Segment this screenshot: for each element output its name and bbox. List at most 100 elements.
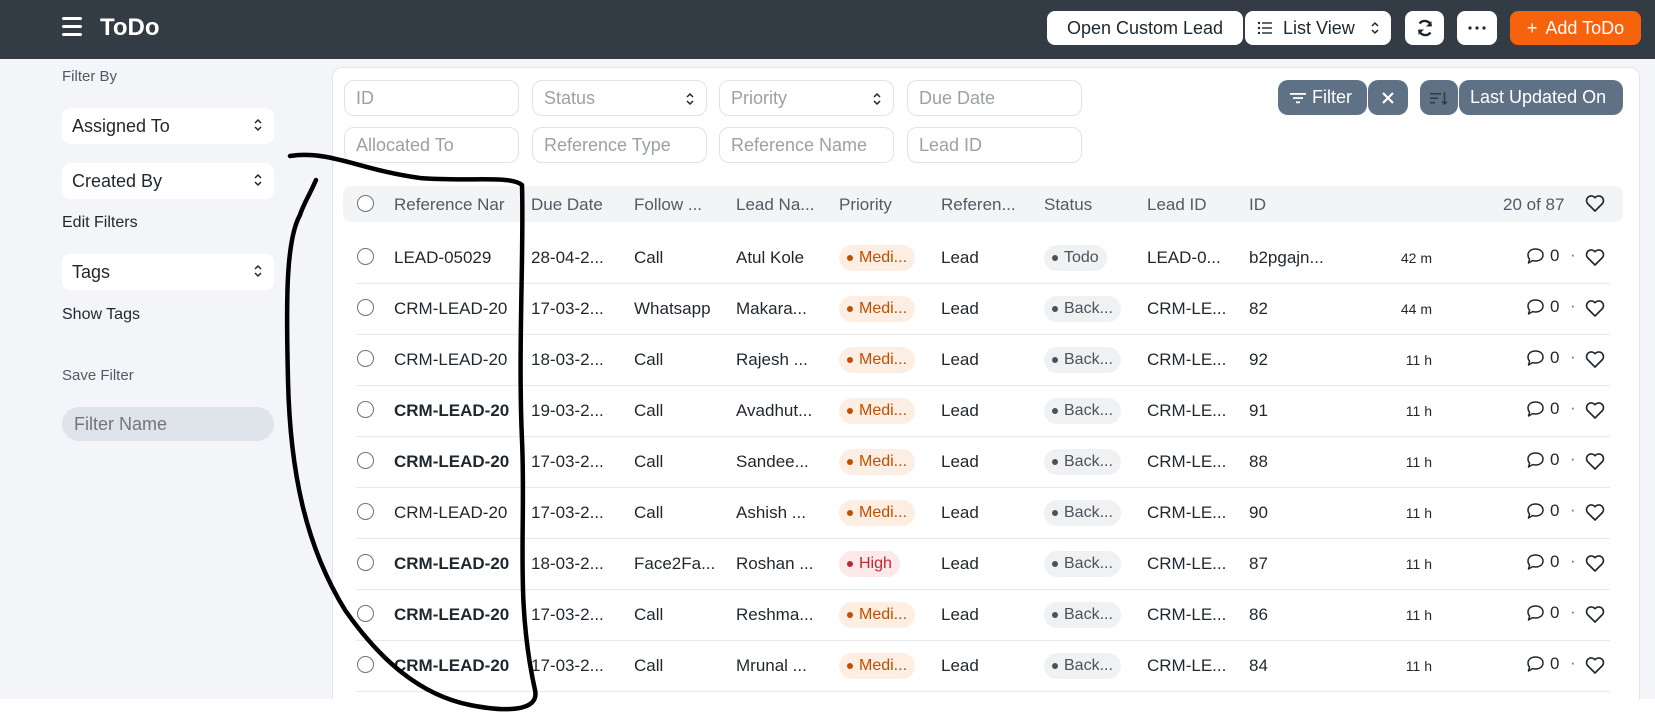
row-checkbox[interactable] [357, 503, 374, 520]
status-dot-icon [1052, 663, 1058, 669]
comment-count[interactable]: 0 [1526, 501, 1559, 521]
comment-count[interactable]: 0 [1526, 654, 1559, 674]
comment-count[interactable]: 0 [1526, 552, 1559, 572]
comment-icon [1527, 503, 1544, 519]
heart-icon[interactable] [1585, 248, 1605, 267]
table-row[interactable]: CRM-LEAD-20 17-03-2... Whatsapp Makara..… [356, 284, 1610, 335]
id-cell: b2pgajn... [1249, 248, 1324, 267]
filter-name-input[interactable] [62, 407, 274, 441]
column-reference-type[interactable]: Referen... [941, 195, 1016, 215]
table-row[interactable]: LEAD-05029 28-04-2... Call Atul Kole Med… [356, 233, 1610, 284]
reference-name-cell[interactable]: CRM-LEAD-20 [394, 401, 509, 421]
list-view-select[interactable]: List View [1245, 11, 1391, 45]
created-by-select[interactable]: Created By [62, 163, 274, 199]
row-checkbox[interactable] [357, 299, 374, 316]
heart-icon[interactable] [1585, 401, 1605, 420]
reference-name-cell[interactable]: LEAD-05029 [394, 248, 509, 268]
heart-icon[interactable] [1585, 299, 1605, 318]
column-priority[interactable]: Priority [839, 195, 892, 215]
row-checkbox[interactable] [357, 656, 374, 673]
table-row[interactable]: CRM-LEAD-20 17-03-2... Call Sandee... Me… [356, 437, 1610, 488]
follow-up-cell: Call [634, 401, 664, 420]
row-checkbox[interactable] [357, 554, 374, 571]
reference-name-cell[interactable]: CRM-LEAD-20 [394, 554, 509, 574]
status-filter-select[interactable]: Status [532, 80, 707, 116]
comment-count-value: 0 [1550, 348, 1560, 367]
comment-count[interactable]: 0 [1526, 603, 1559, 623]
reference-name-cell[interactable]: CRM-LEAD-20 [394, 350, 509, 370]
priority-filter-select[interactable]: Priority [719, 80, 894, 116]
column-lead-name[interactable]: Lead Na... [736, 195, 814, 215]
edit-filters-link[interactable]: Edit Filters [62, 214, 138, 232]
refresh-button[interactable] [1405, 11, 1444, 45]
heart-icon[interactable] [1585, 605, 1605, 624]
table-row[interactable]: CRM-LEAD-20 18-03-2... Face2Fa... Roshan… [356, 539, 1610, 590]
priority-badge: Medi... [839, 398, 916, 424]
assigned-to-select[interactable]: Assigned To [62, 108, 274, 144]
table-row[interactable]: CRM-LEAD-20 18-03-2... Call Rajesh ... M… [356, 335, 1610, 386]
row-checkbox[interactable] [357, 350, 374, 367]
status-dot-icon [1052, 255, 1058, 261]
sort-by-button[interactable]: Last Updated On [1459, 80, 1623, 115]
id-cell: 86 [1249, 605, 1268, 624]
reference-name-cell[interactable]: CRM-LEAD-20 [394, 656, 509, 676]
column-status[interactable]: Status [1044, 195, 1092, 215]
table-row[interactable]: CRM-LEAD-20 17-03-2... Call Reshma... Me… [356, 590, 1610, 641]
heart-icon[interactable] [1585, 194, 1605, 213]
table-row[interactable]: CRM-LEAD-20 19-03-2... Call Avadhut... M… [356, 386, 1610, 437]
reference-name-cell[interactable]: CRM-LEAD-20 [394, 299, 509, 319]
comment-count[interactable]: 0 [1526, 399, 1559, 419]
show-tags-link[interactable]: Show Tags [62, 306, 140, 324]
clear-filter-button[interactable] [1368, 80, 1408, 115]
lead-name-cell: Avadhut... [736, 401, 813, 420]
reference-name-cell[interactable]: CRM-LEAD-20 [394, 452, 509, 472]
table-row[interactable]: CRM-LEAD-20 17-03-2... Call Mrunal ... M… [356, 641, 1610, 692]
comment-count[interactable]: 0 [1526, 348, 1559, 368]
hamburger-icon[interactable] [62, 17, 86, 39]
row-checkbox[interactable] [357, 605, 374, 622]
heart-icon[interactable] [1585, 554, 1605, 573]
heart-icon[interactable] [1585, 350, 1605, 369]
reference-type-cell: Lead [941, 605, 979, 624]
row-checkbox[interactable] [357, 401, 374, 418]
reference-name-cell[interactable]: CRM-LEAD-20 [394, 605, 509, 625]
add-todo-button[interactable]: + Add ToDo [1510, 11, 1641, 45]
column-reference-name[interactable]: Reference Nar [394, 195, 514, 215]
row-checkbox[interactable] [357, 248, 374, 265]
lead-id-filter-field[interactable]: Lead ID [907, 127, 1082, 163]
column-follow-up[interactable]: Follow ... [634, 195, 702, 215]
filter-button[interactable]: Filter [1278, 80, 1367, 115]
column-lead-id[interactable]: Lead ID [1147, 195, 1207, 215]
select-all-checkbox[interactable] [357, 195, 374, 212]
record-count: 20 of 87 [1503, 195, 1565, 214]
comment-count[interactable]: 0 [1526, 297, 1559, 317]
modified-time: 11 h [1405, 607, 1432, 623]
heart-icon[interactable] [1585, 656, 1605, 675]
status-text: Todo [1064, 249, 1099, 266]
id-cell: 91 [1249, 401, 1268, 420]
lead-id-cell: CRM-LE... [1147, 401, 1227, 420]
save-filter-label: Save Filter [62, 367, 134, 384]
tags-select[interactable]: Tags [62, 254, 274, 290]
due-date-filter-field[interactable]: Due Date [907, 80, 1082, 116]
priority-text: Medi... [859, 606, 908, 623]
heart-icon[interactable] [1585, 503, 1605, 522]
comment-count[interactable]: 0 [1526, 450, 1559, 470]
reference-name-cell[interactable]: CRM-LEAD-20 [394, 503, 509, 523]
refresh-icon [1417, 19, 1432, 37]
heart-icon[interactable] [1585, 452, 1605, 471]
allocated-to-filter-field[interactable]: Allocated To [344, 127, 519, 163]
reference-type-filter-field[interactable]: Reference Type [532, 127, 707, 163]
open-custom-lead-button[interactable]: Open Custom Lead [1047, 11, 1243, 45]
row-checkbox[interactable] [357, 452, 374, 469]
table-row[interactable]: CRM-LEAD-20 17-03-2... Call Ashish ... M… [356, 488, 1610, 539]
sort-order-button[interactable] [1420, 80, 1458, 115]
status-badge: Back... [1044, 653, 1121, 679]
column-id[interactable]: ID [1249, 195, 1266, 215]
id-filter-field[interactable]: ID [344, 80, 519, 116]
column-due-date[interactable]: Due Date [531, 195, 603, 215]
list-view-label: List View [1283, 17, 1355, 38]
reference-name-filter-field[interactable]: Reference Name [719, 127, 894, 163]
more-actions-button[interactable] [1457, 11, 1497, 45]
comment-count[interactable]: 0 [1526, 246, 1559, 266]
